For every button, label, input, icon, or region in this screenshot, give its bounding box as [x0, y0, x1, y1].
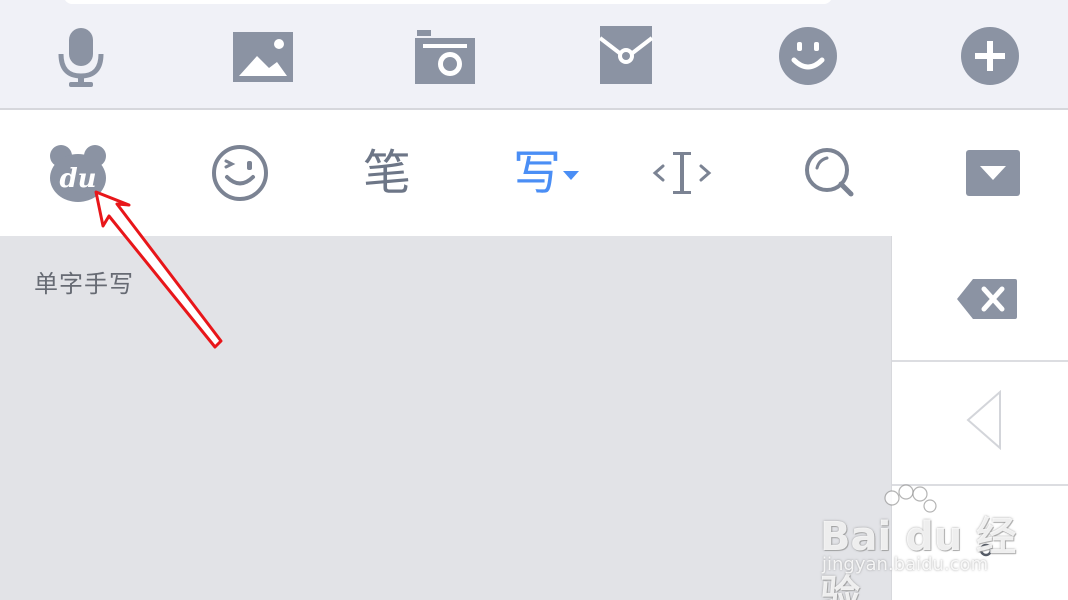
red-packet-icon[interactable] [594, 24, 658, 88]
collapse-keyboard-icon[interactable] [960, 140, 1026, 206]
cursor-left-key[interactable] [892, 362, 1068, 486]
camera-icon[interactable] [413, 24, 477, 88]
dropdown-arrow-icon [563, 171, 579, 180]
ime-function-bar: du 笔 写 [0, 110, 1068, 236]
baidu-jingyan-watermark: Bai du 经验 jingyan.baidu.com [812, 484, 1022, 600]
image-icon[interactable] [231, 24, 295, 88]
stroke-input-button[interactable]: 笔 [352, 140, 422, 206]
chat-input-screen: du 笔 写 单字手写 Bai du 经验 jingyan.baidu.com [0, 0, 1068, 600]
handwriting-input-button[interactable]: 写 [505, 140, 587, 206]
handwriting-input-label: 写 [512, 145, 561, 201]
watermark-brand: Bai du 经验 [820, 514, 1017, 600]
search-icon[interactable] [797, 140, 863, 206]
backspace-icon [957, 279, 1017, 319]
microphone-icon[interactable] [49, 24, 113, 88]
wink-emoji-icon[interactable] [207, 140, 273, 206]
cursor-icon[interactable] [649, 140, 715, 206]
chat-toolbar [0, 0, 1068, 110]
left-arrow-icon [966, 390, 1001, 450]
emoji-icon[interactable] [776, 24, 840, 88]
backspace-key[interactable] [892, 236, 1068, 362]
handwriting-mode-label: 单字手写 [34, 270, 134, 298]
baidu-logo-text: du [59, 164, 96, 194]
watermark-url: jingyan.baidu.com [822, 554, 989, 575]
stroke-input-label: 笔 [362, 145, 411, 201]
message-input-edge[interactable] [64, 0, 832, 4]
plus-icon[interactable] [958, 24, 1022, 88]
handwriting-canvas[interactable]: 单字手写 [0, 236, 891, 600]
baidu-logo-icon[interactable]: du [45, 140, 111, 206]
